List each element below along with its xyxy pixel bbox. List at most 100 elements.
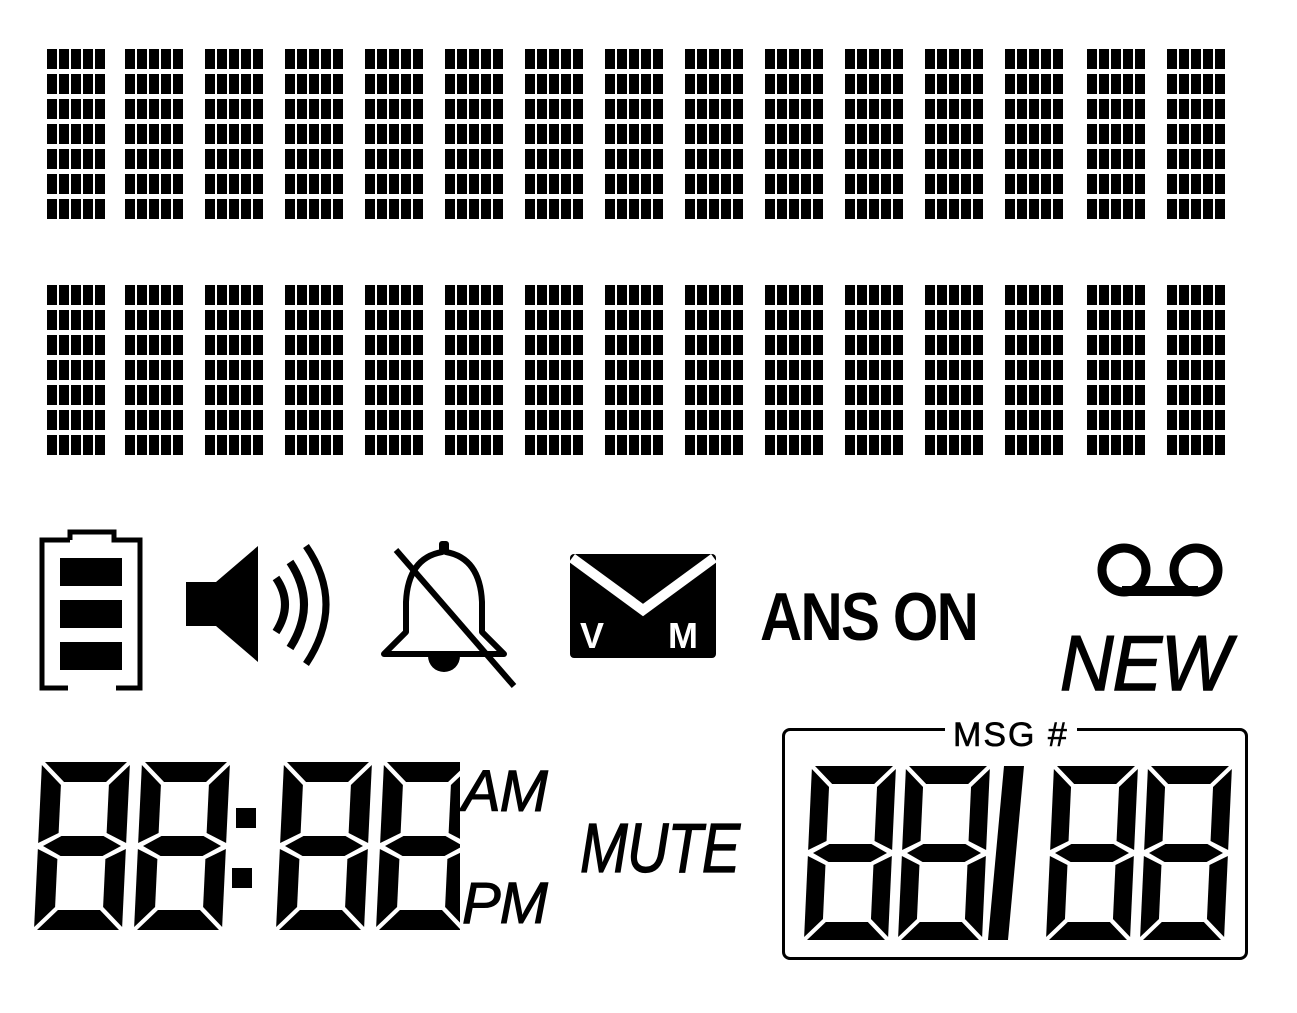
- matrix-char-cell: [205, 49, 263, 219]
- matrix-dot: [857, 410, 867, 430]
- matrix-dot: [1167, 285, 1177, 305]
- matrix-dot: [469, 385, 479, 405]
- matrix-dot: [253, 360, 263, 380]
- matrix-dot: [1041, 410, 1051, 430]
- matrix-dot: [605, 285, 615, 305]
- matrix-char-cell: [205, 285, 263, 455]
- matrix-dot: [881, 49, 891, 69]
- segment-g: [43, 836, 121, 856]
- matrix-dot: [573, 124, 583, 144]
- matrix-dot: [1029, 410, 1039, 430]
- matrix-dot: [925, 174, 935, 194]
- matrix-dot: [1203, 124, 1213, 144]
- matrix-dot: [697, 174, 707, 194]
- matrix-dot: [83, 124, 93, 144]
- segment-a: [815, 766, 893, 784]
- matrix-dot: [857, 124, 867, 144]
- matrix-dot: [1179, 199, 1189, 219]
- matrix-dot: [217, 410, 227, 430]
- matrix-dot: [125, 385, 135, 405]
- matrix-dot: [1111, 410, 1121, 430]
- matrix-dot: [321, 335, 331, 355]
- matrix-dot: [697, 385, 707, 405]
- matrix-dot: [697, 199, 707, 219]
- matrix-dot: [377, 385, 387, 405]
- matrix-dot: [1191, 410, 1201, 430]
- matrix-dot: [869, 99, 879, 119]
- matrix-dot: [253, 74, 263, 94]
- matrix-dot: [561, 385, 571, 405]
- pm-indicator: PM: [462, 871, 549, 937]
- matrix-dot: [365, 435, 375, 455]
- matrix-dot: [949, 149, 959, 169]
- matrix-dot: [47, 285, 57, 305]
- matrix-dot: [241, 99, 251, 119]
- matrix-dot: [617, 385, 627, 405]
- matrix-dot: [173, 360, 183, 380]
- matrix-dot: [813, 360, 823, 380]
- matrix-dot: [413, 335, 423, 355]
- matrix-dot: [1053, 285, 1063, 305]
- matrix-dot: [493, 435, 503, 455]
- matrix-dot: [413, 149, 423, 169]
- answering-tape-icon: [1097, 543, 1223, 597]
- matrix-dot: [149, 199, 159, 219]
- matrix-dot: [149, 99, 159, 119]
- matrix-dot: [925, 199, 935, 219]
- matrix-dot: [229, 174, 239, 194]
- matrix-dot: [285, 335, 295, 355]
- matrix-dot: [949, 335, 959, 355]
- matrix-dot: [1099, 199, 1109, 219]
- dot-matrix-row-2: [0, 284, 1297, 464]
- matrix-dot: [253, 410, 263, 430]
- matrix-dot: [573, 310, 583, 330]
- matrix-dot: [765, 74, 775, 94]
- matrix-dot: [893, 124, 903, 144]
- matrix-dot: [253, 310, 263, 330]
- matrix-dot: [709, 310, 719, 330]
- matrix-dot: [869, 149, 879, 169]
- matrix-dot: [1135, 149, 1145, 169]
- matrix-dot: [137, 335, 147, 355]
- matrix-dot: [297, 124, 307, 144]
- matrix-dot: [229, 410, 239, 430]
- matrix-dot: [549, 410, 559, 430]
- matrix-dot: [813, 124, 823, 144]
- segment-c: [103, 849, 126, 927]
- matrix-dot: [777, 360, 787, 380]
- matrix-dot: [605, 174, 615, 194]
- matrix-dot: [845, 49, 855, 69]
- matrix-dot: [377, 285, 387, 305]
- matrix-dot: [1135, 199, 1145, 219]
- matrix-dot: [925, 74, 935, 94]
- matrix-dot: [1203, 360, 1213, 380]
- matrix-dot: [801, 435, 811, 455]
- segment-b: [874, 769, 896, 850]
- matrix-dot: [401, 174, 411, 194]
- matrix-dot: [1087, 99, 1097, 119]
- matrix-dot: [365, 385, 375, 405]
- matrix-dot: [1203, 99, 1213, 119]
- matrix-dot: [47, 74, 57, 94]
- matrix-dot: [733, 410, 743, 430]
- matrix-dot: [333, 360, 343, 380]
- matrix-dot: [537, 360, 547, 380]
- matrix-dot: [1017, 74, 1027, 94]
- matrix-dot: [149, 385, 159, 405]
- matrix-dot: [71, 360, 81, 380]
- matrix-dot: [561, 199, 571, 219]
- matrix-dot: [253, 199, 263, 219]
- matrix-dot: [401, 49, 411, 69]
- matrix-dot: [377, 435, 387, 455]
- matrix-dot: [1053, 435, 1063, 455]
- matrix-dot: [297, 174, 307, 194]
- matrix-dot: [333, 174, 343, 194]
- matrix-dot: [469, 410, 479, 430]
- matrix-dot: [789, 285, 799, 305]
- matrix-dot: [949, 360, 959, 380]
- segment-f: [1050, 769, 1072, 850]
- matrix-dot: [413, 74, 423, 94]
- matrix-dot: [241, 410, 251, 430]
- matrix-dot: [1191, 174, 1201, 194]
- matrix-dot: [801, 360, 811, 380]
